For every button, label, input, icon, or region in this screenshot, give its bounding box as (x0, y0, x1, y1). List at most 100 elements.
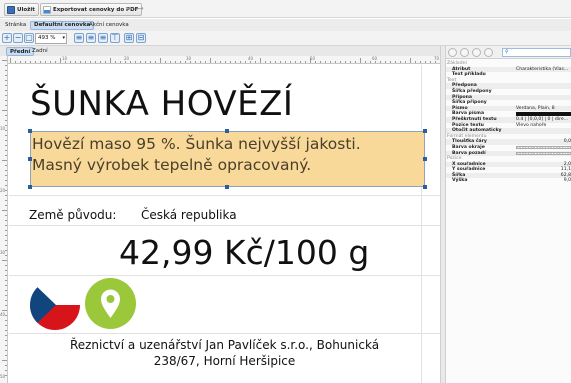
tab-default-label[interactable]: Defaultní cenovka (30, 21, 95, 30)
czech-flag-icon[interactable] (30, 280, 80, 330)
border-color-swatch[interactable] (516, 145, 571, 150)
resize-handle-ne[interactable] (423, 129, 427, 133)
resize-handle-w[interactable] (28, 157, 32, 161)
ruler-tick (5, 235, 7, 236)
ruler-tick (185, 61, 186, 63)
ruler-tick (130, 61, 131, 63)
origin-label[interactable]: Země původu: (29, 208, 116, 222)
ruler-tick (290, 61, 291, 63)
ruler-tick (5, 185, 7, 186)
resize-handle-se[interactable] (423, 185, 427, 189)
font-color-swatch[interactable] (516, 112, 571, 116)
collapse-icon[interactable] (484, 48, 493, 57)
distribute-icon[interactable]: ⊞ (124, 33, 134, 43)
align-center-icon[interactable]: ≡ (86, 33, 96, 43)
categorized-icon[interactable] (448, 48, 457, 57)
sorted-icon[interactable] (460, 48, 469, 57)
ruler-tick (360, 58, 361, 63)
resize-handle-e[interactable] (423, 157, 427, 161)
manufacturer-line-2: 238/67, Horní Heršipice (153, 354, 296, 368)
back-arrow-icon[interactable]: ← (126, 4, 133, 13)
ruler-tick (165, 61, 166, 63)
ruler-tick (2, 260, 7, 261)
arrange-icon[interactable]: ⊟ (136, 33, 146, 43)
description-element[interactable]: Hovězí maso 95 %. Šunka nejvyšší jakosti… (28, 129, 427, 189)
product-title[interactable]: ŠUNKA HOVĚZÍ (30, 84, 293, 124)
property-row[interactable]: Výška 9,0 (446, 178, 571, 184)
ruler-tick (205, 61, 206, 63)
properties-search-input[interactable]: ⚲ (502, 48, 571, 57)
ruler-tick (5, 120, 7, 121)
ruler-tick (65, 61, 66, 63)
pdf-export-icon (43, 5, 51, 14)
forward-arrow-icon[interactable]: → (137, 4, 144, 13)
price[interactable]: 42,99 Kč/100 g (119, 233, 369, 272)
zoom-fit-icon[interactable]: ▢ (24, 33, 34, 43)
ruler-number: 50 (0, 374, 6, 379)
origin-value[interactable]: Česká republika (141, 208, 237, 222)
ruler-tick (5, 250, 7, 251)
ruler-tick (25, 61, 26, 63)
ruler-tick (385, 61, 386, 63)
align-left-icon[interactable]: ≡ (74, 33, 84, 43)
ruler-tick (340, 61, 341, 63)
ruler-tick (5, 300, 7, 301)
ruler-tick (5, 85, 7, 86)
resize-handle-sw[interactable] (28, 185, 32, 189)
tab-sale-label[interactable]: Akční cenovka (86, 21, 132, 30)
align-top-icon[interactable]: ⊤ (110, 33, 120, 43)
resize-handle-nw[interactable] (28, 129, 32, 133)
bg-color-swatch[interactable] (516, 151, 571, 155)
ruler-tick (230, 61, 231, 63)
ruler-tick (370, 61, 371, 63)
ruler-tick (190, 61, 191, 63)
ruler-tick (5, 330, 7, 331)
ruler-tick (20, 61, 21, 63)
ruler-tick (5, 370, 7, 371)
tab-back[interactable]: Zadní (29, 47, 51, 56)
zoom-select[interactable]: 493 % ▾ (35, 33, 67, 44)
align-right-icon[interactable]: ≡ (98, 33, 108, 43)
zoom-out-icon[interactable]: − (13, 33, 23, 43)
ruler-tick (75, 61, 76, 63)
ruler-tick (95, 61, 96, 63)
ruler-tick (2, 210, 7, 211)
location-pin-icon[interactable] (85, 278, 136, 329)
ruler-tick (5, 240, 7, 241)
ruler-tick (5, 280, 7, 281)
resize-handle-n[interactable] (225, 129, 229, 133)
ruler-tick (5, 325, 7, 326)
zoom-in-icon[interactable]: + (2, 33, 12, 43)
main-toolbar: Uložit Exportovat cenovky do PDF ← → (0, 0, 571, 18)
description-line-2: Masný výrobek tepelně opracovaný. (32, 156, 312, 174)
tab-page[interactable]: Stránka (2, 21, 29, 30)
label-canvas[interactable]: ŠUNKA HOVĚZÍ Hovězí maso 95 %. Šunka nej… (9, 65, 440, 383)
ruler-tick (5, 365, 7, 366)
ruler-tick (70, 61, 71, 63)
resize-handle-s[interactable] (225, 185, 229, 189)
ruler-tick (325, 61, 326, 63)
manufacturer[interactable]: Řeznictví a uzenářství Jan Pavlíček s.r.… (9, 337, 440, 369)
grid-line (9, 225, 440, 226)
ruler-tick (5, 135, 7, 136)
ruler-tick (5, 265, 7, 266)
ruler-tick (390, 61, 391, 63)
ruler-tick (400, 61, 401, 63)
ruler-tick (260, 58, 261, 63)
ruler-tick (200, 61, 201, 63)
ruler-tick (5, 285, 7, 286)
ruler-tick (335, 61, 336, 63)
ruler-tick (5, 230, 7, 231)
ruler-tick (240, 61, 241, 63)
ruler-tick (435, 61, 436, 63)
ruler-tick (295, 61, 296, 63)
save-button[interactable]: Uložit (4, 3, 39, 16)
ruler-tick (430, 61, 431, 63)
ruler-tick (150, 61, 151, 63)
tab-bar: Stránka Defaultní cenovka Akční cenovka (0, 19, 571, 31)
ruler-tick (375, 61, 376, 63)
expand-icon[interactable] (472, 48, 481, 57)
ruler-tick (5, 95, 7, 96)
ruler-tick (235, 61, 236, 63)
search-icon: ⚲ (505, 49, 509, 55)
